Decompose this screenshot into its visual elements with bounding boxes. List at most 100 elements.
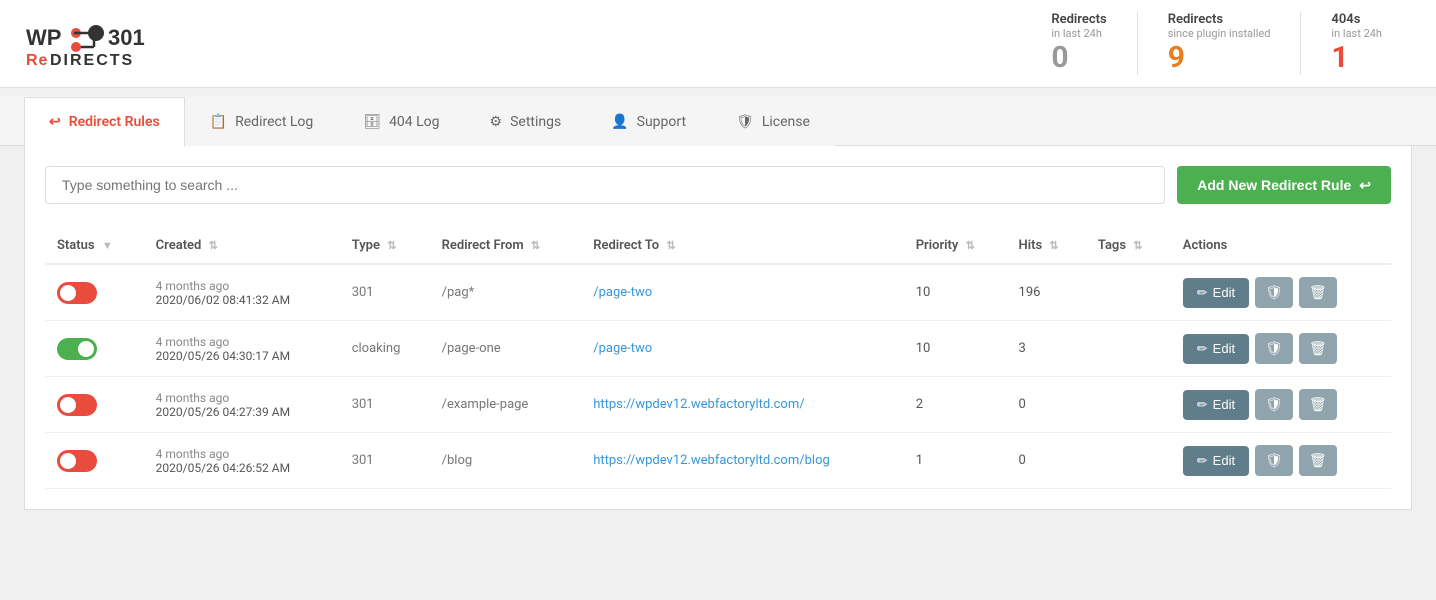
status-cell <box>45 433 144 489</box>
tab-license[interactable]: 🛡 License <box>711 97 835 146</box>
redirect-from-link[interactable]: /pag* <box>442 285 475 300</box>
hits-cell: 0 <box>1007 433 1086 489</box>
created-cell: 4 months ago2020/05/26 04:26:52 AM <box>144 433 340 489</box>
edit-icon: ✏ <box>1197 341 1208 357</box>
redirect-to-cell: https://wpdev12.webfactoryltd.com/ <box>581 377 904 433</box>
shield-button[interactable]: 🛡 <box>1255 445 1293 476</box>
stat-value: 1 <box>1331 40 1382 75</box>
edit-button[interactable]: ✏ Edit <box>1183 446 1249 476</box>
svg-text:DIRECTS: DIRECTS <box>50 52 134 69</box>
stat-redirects-total: Redirects since plugin installed 9 <box>1138 12 1302 75</box>
shield-button[interactable]: 🛡 <box>1255 277 1293 308</box>
main-content: Add New Redirect Rule ↩ Status ▼ Created… <box>24 146 1412 510</box>
redirect-from-cell: /pag* <box>430 264 582 321</box>
stat-sublabel: since plugin installed <box>1168 27 1271 40</box>
status-cell <box>45 377 144 433</box>
actions-cell: ✏ Edit 🛡 🗑 <box>1171 433 1391 489</box>
status-cell <box>45 321 144 377</box>
tags-cell <box>1086 321 1171 377</box>
created-ago: 4 months ago <box>156 391 328 405</box>
tab-settings[interactable]: ⚙ Settings <box>465 97 587 146</box>
actions-cell: ✏ Edit 🛡 🗑 <box>1171 377 1391 433</box>
col-priority[interactable]: Priority ⇅ <box>904 228 1007 264</box>
status-toggle[interactable] <box>57 338 97 360</box>
type-sort-icon: ⇅ <box>387 239 396 252</box>
stat-label: Redirects <box>1168 12 1271 27</box>
tab-404-log[interactable]: 🗄 404 Log <box>338 97 464 146</box>
edit-button[interactable]: ✏ Edit <box>1183 334 1249 364</box>
redirect-to-link[interactable]: https://wpdev12.webfactoryltd.com/blog <box>593 453 830 468</box>
shield-button[interactable]: 🛡 <box>1255 333 1293 364</box>
delete-button[interactable]: 🗑 <box>1299 277 1337 308</box>
tab-404-log-label: 404 Log <box>389 114 439 130</box>
stat-redirects-24h: Redirects in last 24h 0 <box>1021 12 1137 75</box>
redirect-to-link[interactable]: /page-two <box>593 285 652 300</box>
col-tags[interactable]: Tags ⇅ <box>1086 228 1171 264</box>
add-new-redirect-rule-button[interactable]: Add New Redirect Rule ↩ <box>1177 166 1391 204</box>
redirect-to-link[interactable]: /page-two <box>593 341 652 356</box>
tab-redirect-rules[interactable]: ↩ Redirect Rules <box>24 97 185 146</box>
status-toggle[interactable] <box>57 394 97 416</box>
tab-support[interactable]: 👤 Support <box>586 97 711 146</box>
created-ago: 4 months ago <box>156 279 328 293</box>
table-row: 4 months ago2020/05/26 04:30:17 AMcloaki… <box>45 321 1391 377</box>
col-status[interactable]: Status ▼ <box>45 228 144 264</box>
col-hits[interactable]: Hits ⇅ <box>1007 228 1086 264</box>
logo: WP 301 Re DIRECTS <box>24 19 184 69</box>
edit-button[interactable]: ✏ Edit <box>1183 390 1249 420</box>
delete-button[interactable]: 🗑 <box>1299 445 1337 476</box>
edit-button[interactable]: ✏ Edit <box>1183 278 1249 308</box>
hits-cell: 196 <box>1007 264 1086 321</box>
redirect-from-cell: /example-page <box>430 377 582 433</box>
logo-area: WP 301 Re DIRECTS <box>24 19 184 69</box>
stat-value: 9 <box>1168 40 1271 75</box>
created-sort-icon: ⇅ <box>209 239 218 252</box>
col-redirect-to[interactable]: Redirect To ⇅ <box>581 228 904 264</box>
created-ago: 4 months ago <box>156 447 328 461</box>
col-actions: Actions <box>1171 228 1391 264</box>
shield-icon: 🛡 <box>1265 396 1283 412</box>
delete-button[interactable]: 🗑 <box>1299 389 1337 420</box>
redirect-from-link[interactable]: /blog <box>442 453 473 468</box>
shield-icon: 🛡 <box>1265 452 1283 468</box>
stat-label: 404s <box>1331 12 1382 27</box>
actions-group: ✏ Edit 🛡 🗑 <box>1183 277 1379 308</box>
col-type[interactable]: Type ⇅ <box>340 228 430 264</box>
search-input[interactable] <box>45 166 1165 204</box>
toolbar: Add New Redirect Rule ↩ <box>45 166 1391 204</box>
svg-text:Re: Re <box>26 52 48 69</box>
redirect-to-link[interactable]: https://wpdev12.webfactoryltd.com/ <box>593 397 804 412</box>
tags-cell <box>1086 377 1171 433</box>
shield-icon: 🛡 <box>1265 284 1283 300</box>
edit-label: Edit <box>1213 285 1235 300</box>
redirect-from-link[interactable]: /example-page <box>442 397 529 412</box>
status-toggle[interactable] <box>57 450 97 472</box>
settings-icon: ⚙ <box>490 114 503 130</box>
redirect-to-cell: /page-two <box>581 264 904 321</box>
table-header: Status ▼ Created ⇅ Type ⇅ Redirect From … <box>45 228 1391 264</box>
license-icon: 🛡 <box>736 114 754 130</box>
redirect-from-cell: /page-one <box>430 321 582 377</box>
tab-redirect-log[interactable]: 📋 Redirect Log <box>185 97 339 146</box>
col-created[interactable]: Created ⇅ <box>144 228 340 264</box>
redirect-to-cell: https://wpdev12.webfactoryltd.com/blog <box>581 433 904 489</box>
status-toggle[interactable] <box>57 282 97 304</box>
hits-cell: 3 <box>1007 321 1086 377</box>
redirect-type: 301 <box>340 433 430 489</box>
edit-icon: ✏ <box>1197 397 1208 413</box>
edit-icon: ✏ <box>1197 453 1208 469</box>
table-row: 4 months ago2020/06/02 08:41:32 AM301/pa… <box>45 264 1391 321</box>
delete-button[interactable]: 🗑 <box>1299 333 1337 364</box>
col-redirect-from[interactable]: Redirect From ⇅ <box>430 228 582 264</box>
logo-svg: WP 301 Re DIRECTS <box>24 19 184 69</box>
stats-group: Redirects in last 24h 0 Redirects since … <box>1021 12 1412 75</box>
tab-license-label: License <box>762 114 810 130</box>
shield-button[interactable]: 🛡 <box>1255 389 1293 420</box>
edit-label: Edit <box>1213 397 1235 412</box>
redirect-to-cell: /page-two <box>581 321 904 377</box>
add-redirect-icon: ↩ <box>1359 177 1371 194</box>
redirect-from-link[interactable]: /page-one <box>442 341 501 356</box>
actions-cell: ✏ Edit 🛡 🗑 <box>1171 321 1391 377</box>
stat-404s-24h: 404s in last 24h 1 <box>1301 12 1412 75</box>
priority-cell: 10 <box>904 321 1007 377</box>
